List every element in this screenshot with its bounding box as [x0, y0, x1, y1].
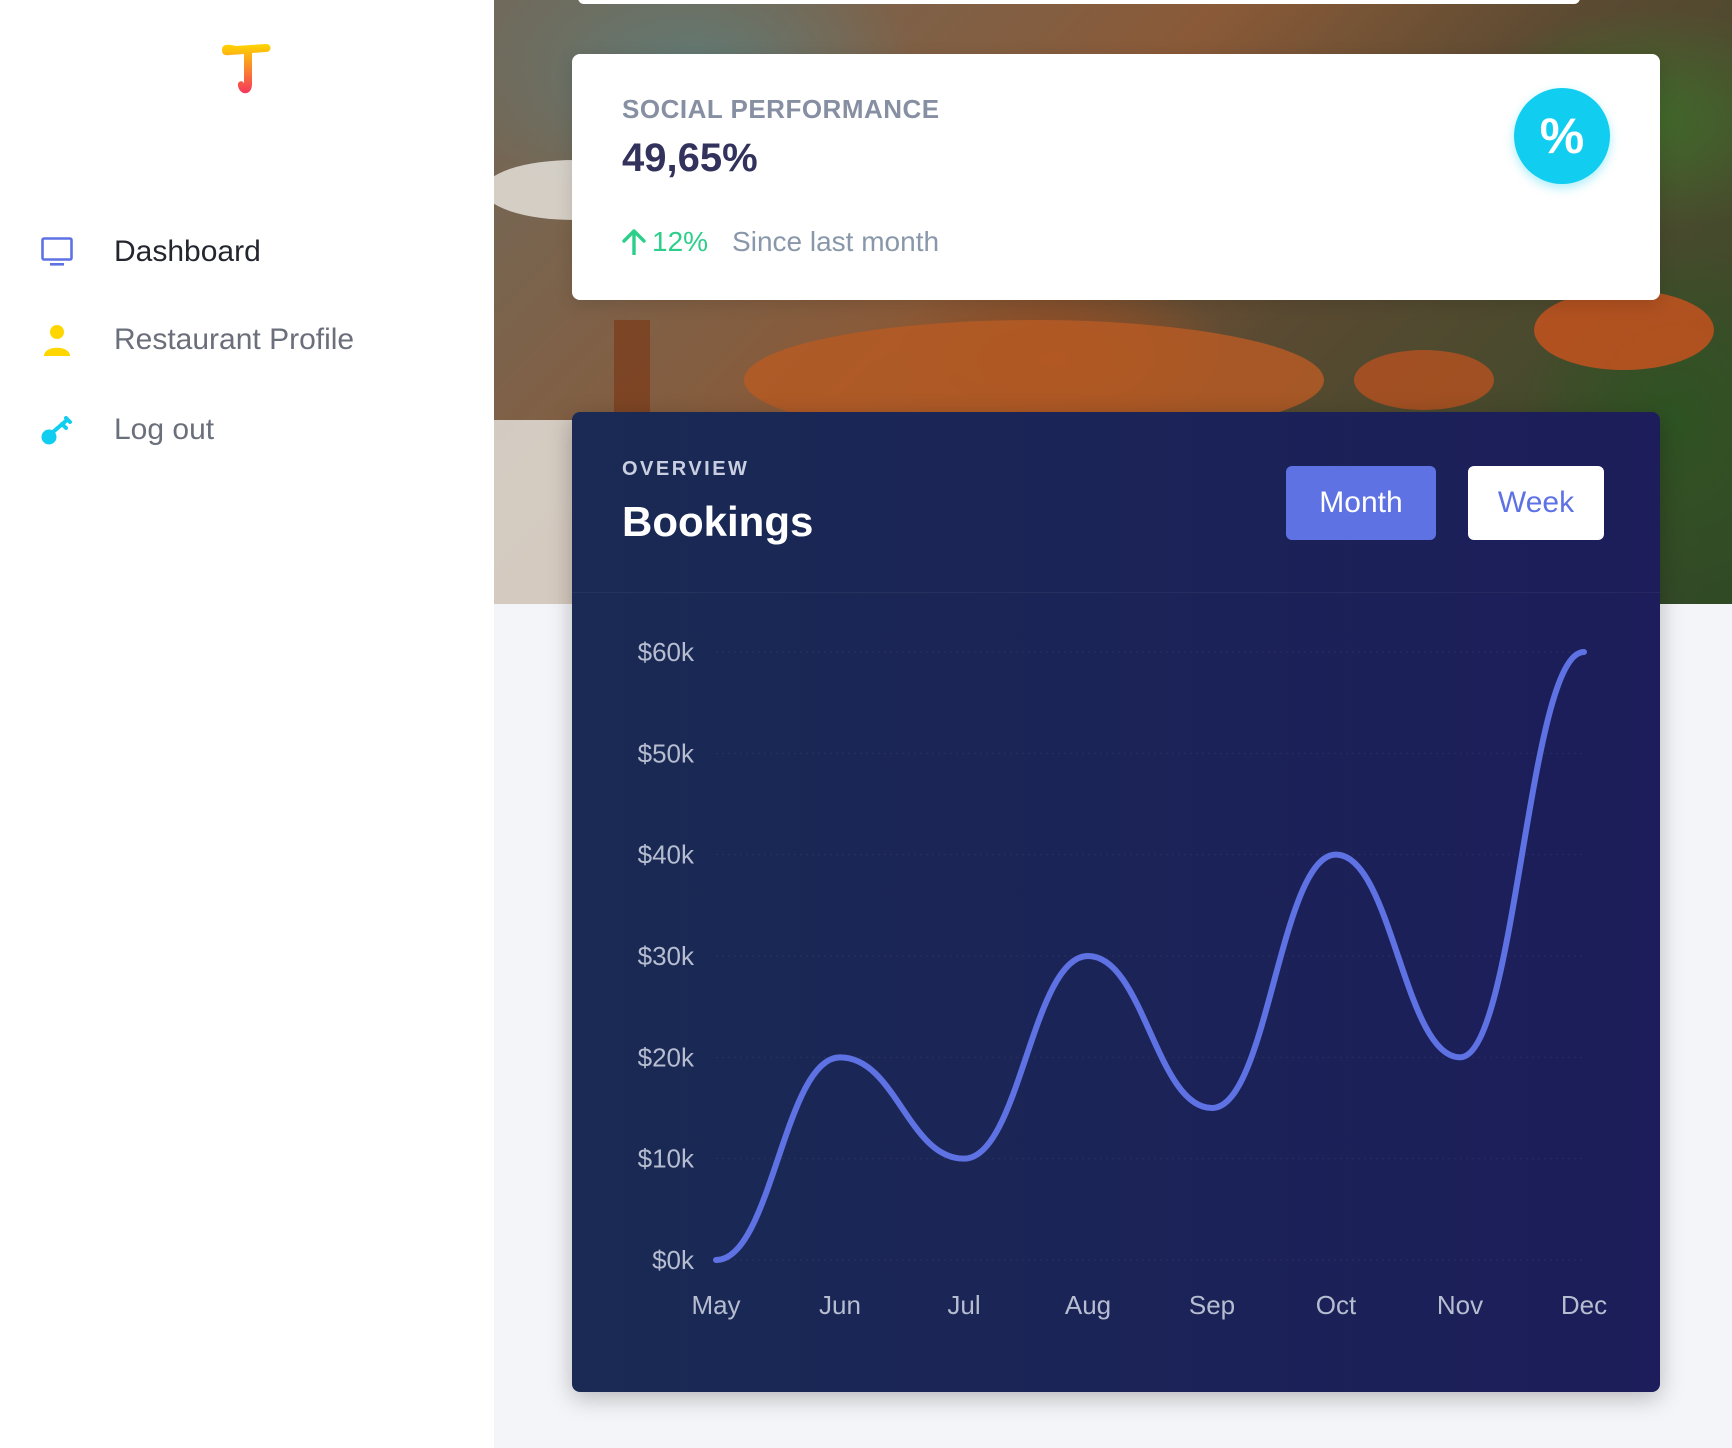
- stat-title: SOCIAL PERFORMANCE: [622, 94, 940, 124]
- sidebar: Dashboard Restaurant Profile Log out: [0, 0, 494, 1448]
- y-tick-label: $0k: [652, 1245, 695, 1275]
- sidebar-item-label: Restaurant Profile: [114, 323, 355, 356]
- stat-change-value: 12%: [652, 226, 709, 257]
- sidebar-item-dashboard[interactable]: Dashboard: [40, 222, 261, 282]
- x-tick-label: Dec: [1561, 1290, 1607, 1320]
- y-tick-label: $40k: [638, 840, 695, 870]
- sidebar-item-label: Dashboard: [114, 235, 261, 268]
- x-tick-label: Sep: [1189, 1290, 1235, 1320]
- key-icon: [40, 413, 74, 447]
- y-tick-label: $20k: [638, 1042, 695, 1072]
- stat-value: 49,65%: [622, 136, 758, 180]
- y-tick-label: $10k: [638, 1144, 695, 1174]
- y-tick-label: $50k: [638, 738, 695, 768]
- monitor-icon: [40, 235, 74, 269]
- x-tick-label: May: [691, 1290, 740, 1320]
- main-content: SOCIAL PERFORMANCE 49,65% 12% Since last…: [494, 0, 1732, 1448]
- sidebar-item-restaurant-profile[interactable]: Restaurant Profile: [40, 310, 354, 370]
- app-logo[interactable]: [218, 40, 274, 98]
- x-tick-label: Nov: [1437, 1290, 1483, 1320]
- x-tick-label: Aug: [1065, 1290, 1111, 1320]
- percent-icon: %: [1514, 88, 1610, 184]
- bookings-chart-card: OVERVIEW Bookings Month Week $0k $10k $20k…: [572, 412, 1660, 1392]
- stat-footer: 12% Since last month: [622, 226, 939, 258]
- stat-change: 12%: [622, 226, 708, 258]
- stat-since-label: Since last month: [732, 226, 940, 257]
- sidebar-item-log-out[interactable]: Log out: [40, 400, 214, 460]
- social-performance-card: SOCIAL PERFORMANCE 49,65% 12% Since last…: [572, 54, 1660, 300]
- user-icon: [40, 323, 74, 357]
- arrow-up-icon: [622, 229, 646, 255]
- x-tick-label: Jun: [819, 1290, 861, 1320]
- y-tick-label: $60k: [638, 637, 695, 667]
- y-tick-label: $30k: [638, 941, 695, 971]
- bookings-line-chart: $0k $10k $20k $30k $40k $50k $60k May Jun Jul Aug S…: [638, 637, 1608, 1320]
- x-tick-label: Jul: [947, 1290, 980, 1320]
- x-tick-label: Oct: [1316, 1290, 1357, 1320]
- sidebar-item-label: Log out: [114, 413, 215, 446]
